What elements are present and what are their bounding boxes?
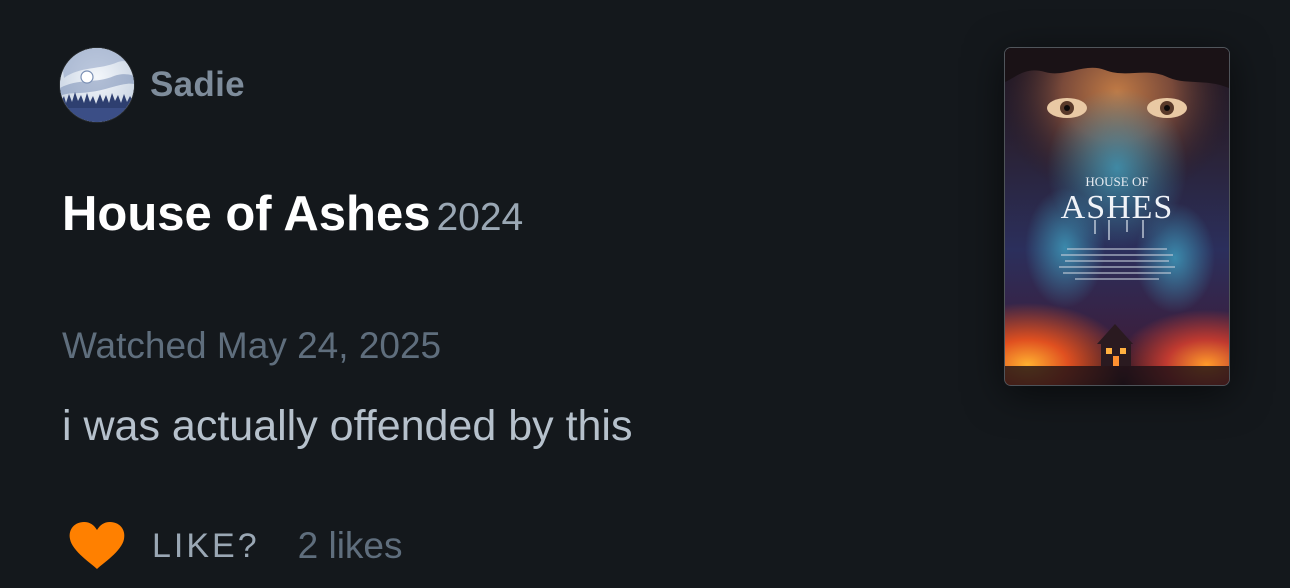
- review-text: i was actually offended by this: [62, 402, 633, 450]
- review-card: Sadie House of Ashes 2024 Watched May 24,…: [0, 0, 1290, 588]
- poster-title-line1: HOUSE OF: [1085, 174, 1148, 189]
- avatar[interactable]: [60, 48, 134, 122]
- film-year[interactable]: 2024: [436, 196, 523, 239]
- username[interactable]: Sadie: [150, 65, 245, 105]
- film-title[interactable]: House of Ashes: [62, 187, 430, 241]
- like-button[interactable]: LIKE?: [152, 527, 260, 566]
- film-heading: House of Ashes 2024: [62, 186, 523, 242]
- film-poster[interactable]: HOUSE OF ASHES: [1005, 48, 1229, 385]
- likes-count[interactable]: 2 likes: [298, 525, 403, 567]
- watched-date: Watched May 24, 2025: [62, 325, 442, 366]
- poster-title-line2: ASHES: [1061, 189, 1174, 226]
- heart-icon[interactable]: [68, 521, 126, 571]
- like-row: LIKE? 2 likes: [68, 516, 403, 576]
- review-author[interactable]: Sadie: [60, 48, 245, 122]
